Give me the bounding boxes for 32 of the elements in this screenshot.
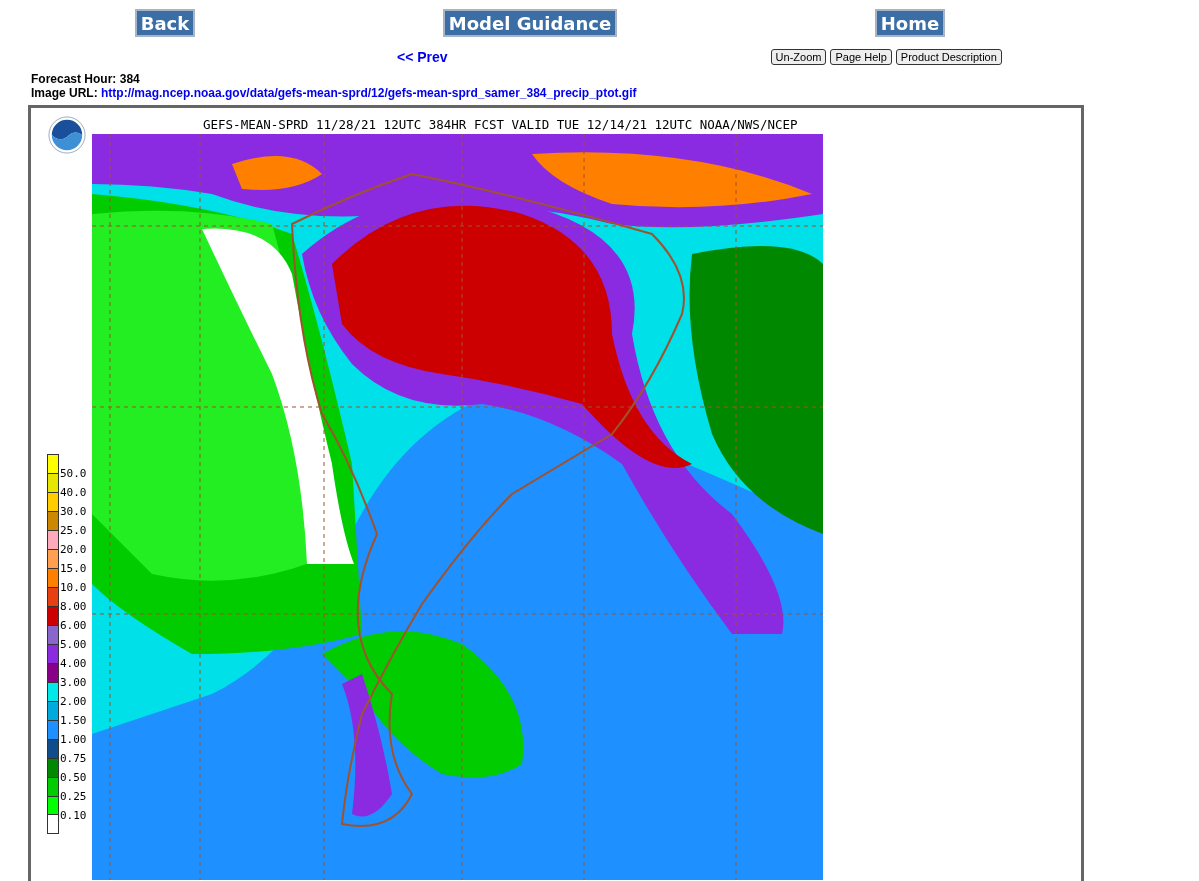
legend-label: 10.0: [60, 582, 87, 593]
legend-label: 8.00: [60, 601, 87, 612]
legend-label: 0.10: [60, 810, 87, 821]
info-label: Image URL:: [31, 86, 98, 100]
legend-label: 40.0: [60, 487, 87, 498]
legend-label: 5.00: [60, 639, 87, 650]
tool-button[interactable]: Product Description: [895, 49, 1002, 65]
legend-label: 6.00: [60, 620, 87, 631]
image-url-link[interactable]: http://mag.ncep.noaa.gov/data/gefs-mean-sprd/12/gefs-mean-sprd_samer_384_precip_ptot.gif: [101, 86, 637, 100]
nav-button[interactable]: Model Guidance: [442, 9, 618, 37]
legend-label: 2.00: [60, 696, 87, 707]
legend-label: 0.25: [60, 791, 87, 802]
legend-label: 30.0: [60, 506, 87, 517]
legend-label: 15.0: [60, 563, 87, 574]
legend-label: 1.50: [60, 715, 87, 726]
info-value: 384: [119, 72, 140, 86]
prev-link[interactable]: << Prev: [397, 49, 448, 65]
legend-label: 3.00: [60, 677, 87, 688]
legend-label: 1.00: [60, 734, 87, 745]
legend-label: 20.0: [60, 544, 87, 555]
legend-label: 50.0: [60, 468, 87, 479]
nav-button[interactable]: Back: [134, 9, 196, 37]
legend-label: 0.75: [60, 753, 87, 764]
nav-button[interactable]: Home: [874, 9, 946, 37]
legend-label: 4.00: [60, 658, 87, 669]
info-label: Forecast Hour:: [31, 72, 117, 86]
legend-label: 0.50: [60, 772, 87, 783]
logo-icon: [48, 116, 86, 154]
tool-button[interactable]: Page Help: [830, 49, 892, 65]
tool-button[interactable]: Un-Zoom: [770, 49, 827, 65]
map-title: GEFS-MEAN-SPRD 11/28/21 12UTC 384HR FCST VALID TUE 12/14/21 12UTC NOAA/NWS/NCEP: [203, 117, 798, 134]
legend-label: 25.0: [60, 525, 87, 536]
